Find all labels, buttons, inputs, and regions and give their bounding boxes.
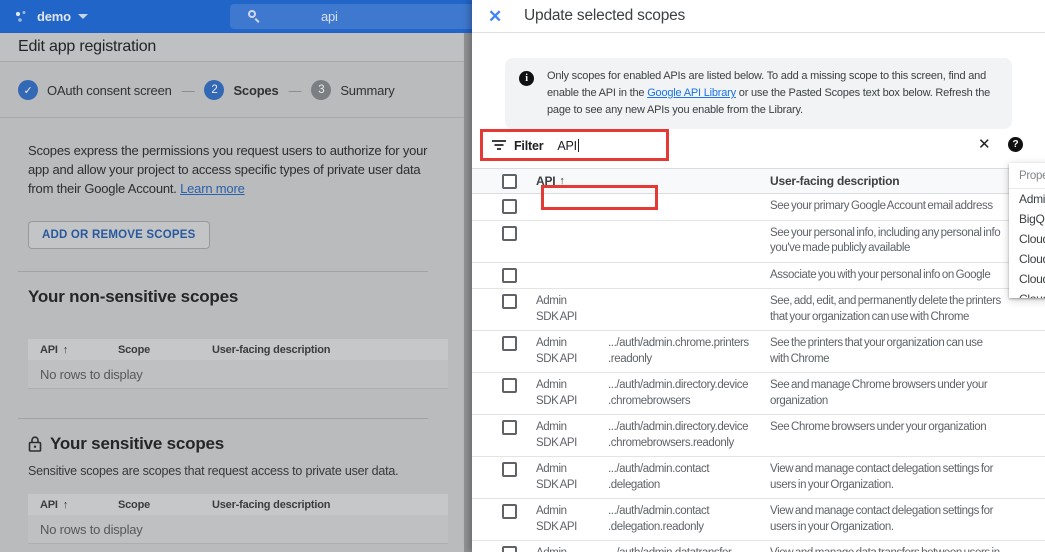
row-checkbox[interactable] bbox=[502, 226, 517, 241]
row-checkbox[interactable] bbox=[502, 268, 517, 283]
chevron-down-icon bbox=[78, 14, 88, 19]
scopes-table-header: API↑ User-facing description bbox=[472, 168, 1045, 194]
scope-column-header: Scope bbox=[118, 344, 212, 356]
row-checkbox[interactable] bbox=[502, 462, 517, 477]
add-or-remove-scopes-button[interactable]: ADD OR REMOVE SCOPES bbox=[28, 221, 210, 249]
text-cursor bbox=[578, 139, 579, 152]
filter-icon bbox=[492, 140, 506, 151]
scope-row[interactable]: Admin SDK API .../auth/admin.datatransfe… bbox=[472, 541, 1045, 552]
left-pane-backdrop: demo api Edit app registration ✓ OAuth c… bbox=[0, 0, 472, 552]
filter-bar: Filter API ✕ ? bbox=[472, 130, 1045, 161]
scope-row[interactable]: See your primary Google Account email ad… bbox=[472, 194, 1045, 221]
description-column-header: User-facing description bbox=[770, 174, 1035, 188]
stepper: ✓ OAuth consent screen — 2 Scopes — 3 Su… bbox=[0, 63, 472, 118]
row-checkbox[interactable] bbox=[502, 546, 517, 552]
scope-row[interactable]: Admin SDK API .../auth/admin.contact .de… bbox=[472, 457, 1045, 499]
scope-column-header: Scope bbox=[118, 499, 212, 511]
description-column-header: User-facing description bbox=[212, 344, 330, 356]
page-header: Edit app registration bbox=[0, 33, 472, 62]
search-input[interactable]: api bbox=[230, 4, 472, 29]
search-icon bbox=[248, 10, 261, 23]
step-dash: — bbox=[182, 83, 195, 98]
close-icon[interactable]: ✕ bbox=[488, 8, 502, 25]
sort-ascending-icon: ↑ bbox=[63, 499, 68, 511]
divider bbox=[18, 418, 428, 419]
google-api-library-link[interactable]: Google API Library bbox=[647, 87, 736, 99]
dropdown-group-label: Properties (Not all matches may be shown… bbox=[1009, 163, 1045, 189]
gcp-console-screen: demo api Edit app registration ✓ OAuth c… bbox=[0, 0, 1045, 552]
dropdown-item-cloud-datastore-api[interactable]: Cloud Datastore API bbox=[1009, 229, 1045, 249]
learn-more-link[interactable]: Learn more bbox=[180, 181, 244, 196]
filter-label: Filter bbox=[514, 139, 543, 153]
project-selector[interactable]: demo bbox=[14, 9, 88, 25]
dropdown-item-bigquery-api[interactable]: BigQuery API bbox=[1009, 209, 1045, 229]
scope-row[interactable]: Admin SDK API See, add, edit, and perman… bbox=[472, 289, 1045, 331]
description-column-header: User-facing description bbox=[212, 499, 330, 511]
dropdown-item-admin-sdk-api[interactable]: Admin SDK API bbox=[1009, 189, 1045, 209]
non-sensitive-scopes-heading: Your non-sensitive scopes bbox=[28, 287, 238, 307]
dropdown-item-cloud-trace-api[interactable]: Cloud Trace API bbox=[1009, 289, 1045, 298]
filter-autocomplete-dropdown: Properties (Not all matches may be shown… bbox=[1009, 163, 1045, 298]
step-summary[interactable]: 3 Summary bbox=[311, 80, 394, 100]
scopes-intro-text: Scopes express the permissions you reque… bbox=[28, 141, 432, 198]
row-checkbox[interactable] bbox=[502, 504, 517, 519]
update-scopes-panel: ✕ Update selected scopes i Only scopes f… bbox=[472, 0, 1045, 552]
scope-row[interactable]: Admin SDK API .../auth/admin.directory.d… bbox=[472, 373, 1045, 415]
row-checkbox[interactable] bbox=[502, 336, 517, 351]
row-checkbox[interactable] bbox=[502, 378, 517, 393]
project-name: demo bbox=[37, 9, 71, 24]
step-check-icon: ✓ bbox=[18, 80, 38, 100]
project-icon bbox=[14, 9, 30, 25]
scope-row[interactable]: Associate you with your personal info on… bbox=[472, 263, 1045, 290]
api-column-header[interactable]: API↑ bbox=[536, 174, 608, 188]
search-value: api bbox=[321, 9, 338, 24]
sort-ascending-icon: ↑ bbox=[559, 175, 564, 187]
step-scopes[interactable]: 2 Scopes bbox=[204, 80, 278, 100]
left-pane-scrollbar[interactable] bbox=[464, 33, 472, 552]
api-column-header[interactable]: API↑ bbox=[40, 499, 118, 511]
clear-filter-icon[interactable]: ✕ bbox=[978, 135, 990, 153]
scope-row[interactable]: Admin SDK API .../auth/admin.chrome.prin… bbox=[472, 331, 1045, 373]
info-icon: i bbox=[519, 71, 534, 86]
lock-icon bbox=[28, 436, 42, 452]
sensitive-scopes-subheading: Sensitive scopes are scopes that request… bbox=[28, 464, 398, 478]
sensitive-empty-row: No rows to display bbox=[28, 515, 448, 544]
dropdown-item-cloud-debugger-api[interactable]: Cloud Debugger API bbox=[1009, 249, 1045, 269]
dropdown-item-cloud-logging-api[interactable]: Cloud Logging API bbox=[1009, 269, 1045, 289]
panel-header: ✕ Update selected scopes bbox=[472, 0, 1045, 33]
row-checkbox[interactable] bbox=[502, 199, 517, 214]
row-checkbox[interactable] bbox=[502, 294, 517, 309]
sort-ascending-icon: ↑ bbox=[63, 344, 68, 356]
panel-title: Update selected scopes bbox=[524, 7, 685, 25]
row-checkbox[interactable] bbox=[502, 420, 517, 435]
top-navbar: demo api bbox=[0, 0, 472, 33]
filter-input[interactable]: API bbox=[557, 139, 579, 153]
help-icon[interactable]: ? bbox=[1008, 137, 1023, 152]
scope-row[interactable]: Admin SDK API .../auth/admin.contact .de… bbox=[472, 499, 1045, 541]
step-oauth-consent-screen[interactable]: ✓ OAuth consent screen bbox=[18, 80, 172, 100]
api-column-header[interactable]: API↑ bbox=[40, 344, 118, 356]
info-banner: i Only scopes for enabled APIs are liste… bbox=[505, 58, 1012, 129]
divider bbox=[18, 271, 428, 272]
step-dash: — bbox=[289, 83, 302, 98]
non-sensitive-empty-row: No rows to display bbox=[28, 360, 448, 389]
non-sensitive-table-header: API↑ Scope User-facing description bbox=[28, 339, 448, 360]
left-content: Scopes express the permissions you reque… bbox=[0, 119, 462, 552]
scope-row[interactable]: See your personal info, including any pe… bbox=[472, 221, 1045, 263]
page-title: Edit app registration bbox=[18, 38, 156, 56]
sensitive-table-header: API↑ Scope User-facing description bbox=[28, 494, 448, 515]
scope-row[interactable]: Admin SDK API .../auth/admin.directory.d… bbox=[472, 415, 1045, 457]
select-all-checkbox[interactable] bbox=[502, 174, 517, 189]
scopes-table: API↑ User-facing description See your pr… bbox=[472, 168, 1045, 552]
sensitive-scopes-heading: Your sensitive scopes bbox=[28, 434, 224, 454]
